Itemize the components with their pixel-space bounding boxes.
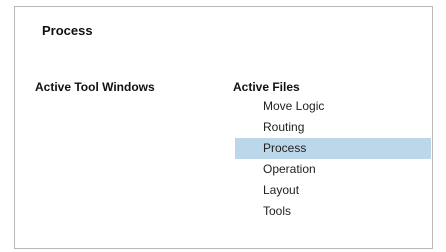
- file-label: Process: [263, 141, 307, 155]
- file-label: Move Logic: [263, 99, 325, 113]
- active-files-header: Active Files: [233, 80, 300, 94]
- active-tool-windows-header: Active Tool Windows: [35, 80, 155, 94]
- active-file-item-layout[interactable]: Layout: [235, 180, 431, 201]
- active-file-item-operation[interactable]: Operation: [235, 159, 431, 180]
- active-file-item-move-logic[interactable]: Move Logic: [235, 96, 431, 117]
- file-label: Operation: [263, 162, 316, 176]
- active-file-item-process[interactable]: Process: [235, 138, 431, 159]
- file-label: Layout: [263, 183, 300, 197]
- panel-title: Process: [42, 23, 93, 38]
- window-switcher-panel: Process Active Tool Windows Active Files…: [14, 6, 433, 249]
- active-file-item-routing[interactable]: Routing: [235, 117, 431, 138]
- active-files-list: Move Logic Routing Process Operation Lay…: [235, 96, 431, 222]
- file-label: Routing: [263, 120, 305, 134]
- file-label: Tools: [263, 204, 292, 218]
- active-file-item-tools[interactable]: Tools: [235, 201, 431, 222]
